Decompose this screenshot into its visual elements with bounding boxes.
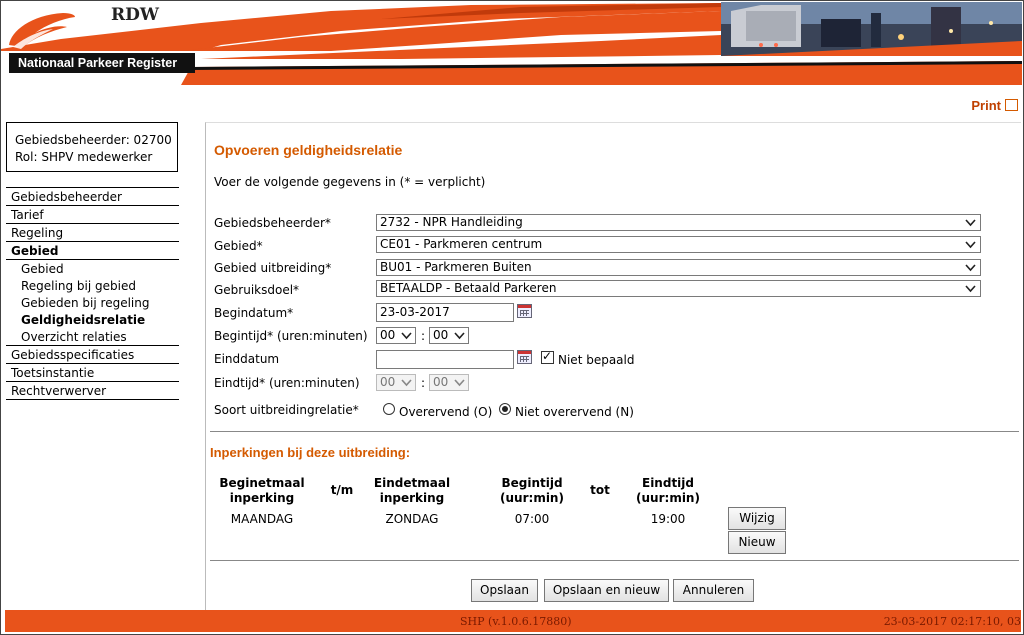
not-set-label: Niet bepaald [558,353,635,367]
role-line: Rol: SHPV medewerker [15,150,153,164]
logo-text: RDW [111,5,159,25]
timestamp-text: 23-03-2017 02:17:10, 03 [883,615,1021,628]
nav-item-gebied[interactable]: Gebied [6,241,179,259]
end-hour-select[interactable]: 00 [376,374,416,391]
save-and-new-button[interactable]: Opslaan en nieuw [544,579,669,602]
restrictions-title: Inperkingen bij deze uitbreiding: [210,445,411,460]
label-manager: Gebiedsbeheerder* [214,216,331,230]
chevron-down-icon [965,219,976,227]
radio-not-inherit-label: Niet overervend (N) [515,405,634,419]
end-minute-value: 00 [433,375,449,389]
start-minute-value: 00 [433,328,449,342]
th-end-day: Eindetmaal inperking [373,476,451,505]
label-start-date: Begindatum* [214,306,294,320]
chevron-down-icon [965,241,976,249]
label-relation-type: Soort uitbreidingrelatie* [214,403,359,417]
start-date-input[interactable]: 23-03-2017 [376,303,514,322]
chevron-down-icon [401,332,412,340]
area-ext-value: BU01 - Parkmeren Buiten [380,260,532,274]
nav-item-regeling[interactable]: Regeling [6,223,179,241]
sidebar-nav: Gebiedsbeheerder Tarief Regeling Gebied … [6,187,179,400]
footer-bar: SHP (v.1.0.6.17880) 23-03-2017 02:17:10,… [5,610,1021,632]
cancel-button[interactable]: Annuleren [673,579,754,602]
end-hour-value: 00 [380,375,396,389]
cell-end-day: ZONDAG [385,512,439,526]
calendar-icon[interactable] [517,350,532,364]
th-through: t/m [330,483,354,497]
radio-not-inherit[interactable] [499,403,511,415]
printer-icon [1005,99,1018,111]
label-start-time: Begintijd* (uren:minuten) [214,329,368,343]
radio-inherit[interactable] [383,403,395,415]
time-separator: : [421,376,426,390]
nav-subitem-overzicht-relaties[interactable]: Overzicht relaties [6,328,179,345]
nav-item-tarief[interactable]: Tarief [6,205,179,223]
label-end-time: Eindtijd* (uren:minuten) [214,376,360,390]
edit-button[interactable]: Wijzig [728,507,786,530]
calendar-icon[interactable] [517,304,532,318]
divider [210,560,1019,561]
area-select[interactable]: CE01 - Parkmeren centrum [376,236,981,253]
chevron-down-icon [454,379,465,387]
purpose-value: BETAALDP - Betaald Parkeren [380,281,557,295]
main-panel: Opvoeren geldigheidsrelatie Voer de volg… [205,122,1021,611]
save-button[interactable]: Opslaan [471,579,538,602]
purpose-select[interactable]: BETAALDP - Betaald Parkeren [376,280,981,297]
nav-item-gebiedsspecificaties[interactable]: Gebiedsspecificaties [6,345,179,363]
th-start-time: Begintijd (uur:min) [500,476,564,505]
label-area: Gebied* [214,239,263,253]
chevron-down-icon [965,264,976,272]
nav-subitem-regeling-bij-gebied[interactable]: Regeling bij gebied [6,277,179,294]
cell-end-time: 19:00 [650,512,686,526]
label-purpose: Gebruiksdoel* [214,283,300,297]
time-separator: : [421,329,426,343]
print-label: Print [971,98,1001,113]
nav-subitem-geldigheidsrelatie[interactable]: Geldigheidsrelatie [6,311,179,328]
nav-item-gebiedsbeheerder[interactable]: Gebiedsbeheerder [6,187,179,205]
user-info-box: Gebiedsbeheerder: 02700 Rol: SHPV medewe… [6,122,178,172]
cell-start-day: MAANDAG [230,512,294,526]
nav-subitem-gebied[interactable]: Gebied [6,259,179,277]
new-button[interactable]: Nieuw [728,531,786,554]
start-hour-select[interactable]: 00 [376,327,416,344]
label-area-ext: Gebied uitbreiding* [214,261,332,275]
start-hour-value: 00 [380,328,396,342]
area-value: CE01 - Parkmeren centrum [380,237,543,251]
manager-line: Gebiedsbeheerder: 02700 [15,133,172,147]
nav-item-rechtverwerver[interactable]: Rechtverwerver [6,381,179,399]
divider [210,431,1019,432]
intro-text: Voer de volgende gegevens in (* = verpli… [214,175,486,189]
end-date-input[interactable] [376,350,514,369]
nav-subitem-gebieden-bij-regeling[interactable]: Gebieden bij regeling [6,294,179,311]
manager-select[interactable]: 2732 - NPR Handleiding [376,214,981,231]
chevron-down-icon [965,285,976,293]
start-minute-select[interactable]: 00 [429,327,469,344]
radio-inherit-label: Overervend (O) [399,405,493,419]
th-start-day: Beginetmaal inperking [219,476,305,505]
header-banner: RDW Nationaal Parkeer Register [1,1,1022,86]
manager-value: 2732 - NPR Handleiding [380,215,523,229]
th-end-time: Eindtijd (uur:min) [636,476,700,505]
app-name: Nationaal Parkeer Register [9,53,195,73]
not-set-checkbox[interactable] [541,349,554,364]
chevron-down-icon [454,332,465,340]
label-end-date: Einddatum [214,352,280,366]
end-minute-select[interactable]: 00 [429,374,469,391]
chevron-down-icon [401,379,412,387]
area-ext-select[interactable]: BU01 - Parkmeren Buiten [376,259,981,276]
nav-item-toetsinstantie[interactable]: Toetsinstantie [6,363,179,381]
th-until: tot [590,483,610,497]
version-text: SHP (v.1.0.6.17880) [460,615,572,628]
cell-start-time: 07:00 [514,512,550,526]
page-title: Opvoeren geldigheidsrelatie [214,142,403,158]
print-link[interactable]: Print [971,98,1018,113]
